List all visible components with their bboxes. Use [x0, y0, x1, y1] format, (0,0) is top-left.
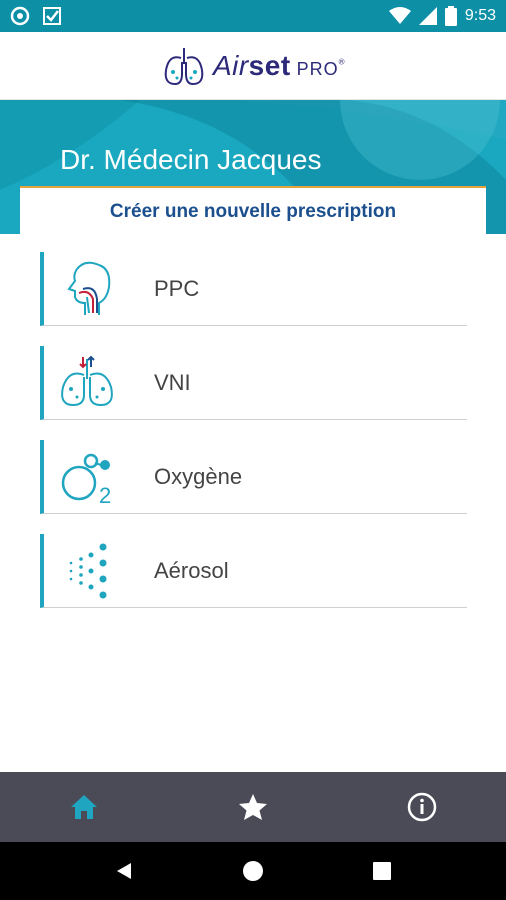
- android-back-button[interactable]: [104, 851, 144, 891]
- battery-icon: [444, 6, 457, 26]
- nav-info-button[interactable]: [392, 777, 452, 837]
- wifi-icon: [388, 7, 411, 24]
- face-breathing-icon: [44, 254, 128, 324]
- info-icon: [407, 792, 436, 822]
- screen: 9:53 Airset PRO® Dr. Médecin Jacques Cré…: [0, 0, 506, 900]
- menu-item-label: VNI: [154, 369, 191, 395]
- signal-icon: [418, 7, 437, 25]
- recents-square-icon: [372, 862, 391, 880]
- circle-notification-icon: [10, 6, 30, 26]
- card-title-text: Créer une nouvelle prescription: [109, 201, 397, 222]
- menu-item-aerosol[interactable]: Aérosol: [40, 534, 467, 608]
- status-time: 9:53: [464, 7, 496, 24]
- app-logo-text: Airset PRO®: [213, 50, 345, 82]
- lungs-icon: [44, 348, 128, 418]
- menu-item-label: Aérosol: [154, 557, 229, 583]
- aerosol-dots-icon: [44, 536, 128, 606]
- menu-item-vni[interactable]: VNI: [40, 346, 467, 420]
- download-check-icon: [43, 7, 61, 25]
- home-icon: [71, 795, 98, 819]
- registered-mark-icon: ®: [338, 57, 346, 67]
- android-nav-bar: [0, 842, 506, 900]
- doctor-name: Dr. Médecin Jacques: [60, 144, 322, 175]
- logo-pro: PRO: [296, 58, 339, 79]
- card-title: Créer une nouvelle prescription: [20, 186, 486, 236]
- star-icon: [238, 794, 267, 820]
- bottom-nav: [0, 772, 506, 842]
- menu-item-oxygene[interactable]: 2 Oxygène: [40, 440, 467, 514]
- app-logo: Airset PRO®: [161, 44, 345, 88]
- status-left: [10, 6, 62, 26]
- menu-item-label: Oxygène: [154, 463, 243, 489]
- menu-item-ppc[interactable]: PPC: [40, 252, 467, 326]
- menu-item-label: PPC: [154, 275, 200, 301]
- oxygen-o2-icon: 2: [44, 442, 128, 512]
- svg-text:2: 2: [99, 483, 111, 507]
- app-header: Airset PRO®: [0, 32, 506, 100]
- status-bar: 9:53: [0, 0, 506, 32]
- logo-air: Air: [212, 49, 249, 81]
- prescription-menu: PPC VNI 2 Oxygène Aérosol: [40, 252, 467, 628]
- status-right: 9:53: [388, 6, 496, 26]
- back-triangle-icon: [117, 863, 132, 879]
- nav-favorites-button[interactable]: [223, 777, 283, 837]
- logo-set: set: [248, 49, 291, 81]
- android-home-button[interactable]: [233, 851, 273, 891]
- home-circle-icon: [242, 861, 263, 881]
- android-recents-button[interactable]: [362, 851, 402, 891]
- nav-home-button[interactable]: [54, 777, 114, 837]
- lungs-logo-icon: [164, 47, 204, 85]
